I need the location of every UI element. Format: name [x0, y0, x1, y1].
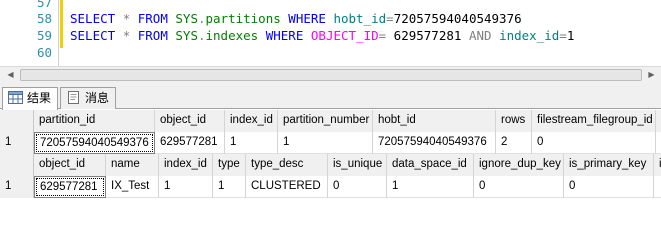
grid-cell[interactable]: 2 [496, 132, 532, 154]
results-grid-partitions[interactable]: partition_id object_id index_id partition_n… [0, 110, 661, 156]
column-header[interactable]: name [106, 154, 159, 176]
code-token: 1 [566, 28, 575, 43]
column-header[interactable]: index_id [159, 154, 213, 176]
scrollbar-thumb[interactable] [20, 69, 642, 81]
code-token: . [197, 11, 206, 26]
code-token: = [559, 28, 567, 43]
grid-cell[interactable]: 0 [532, 132, 656, 154]
code-text[interactable]: SELECT * FROM SYS.indexes WHERE OBJECT_I… [70, 27, 574, 44]
code-token: indexes [205, 28, 259, 43]
results-tab-strip: 结果 消息 [0, 83, 661, 110]
row-number[interactable]: 1 [0, 132, 34, 154]
scroll-right-arrow-icon[interactable]: ▶ [643, 67, 660, 83]
column-header[interactable]: partition_number [278, 110, 373, 132]
tab-results[interactable]: 结果 [2, 87, 58, 110]
column-header[interactable]: data_space_id [387, 154, 474, 176]
code-line[interactable]: 58 SELECT * FROM SYS.partitions WHERE hob… [0, 10, 661, 27]
grid-cell[interactable]: 1 [213, 176, 246, 198]
message-icon [68, 91, 79, 104]
grid-icon [8, 91, 23, 104]
grid-cell[interactable]: 1 [387, 176, 474, 198]
column-header[interactable]: hobt_id [373, 110, 496, 132]
grid-cell[interactable]: 72057594040549376 [34, 132, 155, 154]
grid-cell[interactable]: 1 [278, 132, 373, 154]
column-header[interactable]: is_unique [328, 154, 387, 176]
code-token: SELECT [70, 11, 116, 26]
column-header[interactable]: is_primary_key [564, 154, 654, 176]
grid-header-row: object_id name index_id type type_desc is_uni… [0, 154, 661, 176]
grid-cell[interactable]: 629577281 [155, 132, 225, 154]
grid-cell[interactable]: IX_Test [106, 176, 159, 198]
table-row[interactable]: 1 629577281 IX_Test 1 1 CLUSTERED 0 1 0 0 [0, 176, 661, 198]
code-token: index_id [499, 28, 560, 43]
column-header[interactable]: partition_id [34, 110, 155, 132]
column-header[interactable]: type_desc [246, 154, 328, 176]
code-token: FROM [137, 28, 168, 43]
code-token: hobt_id [333, 11, 387, 26]
code-token: OBJECT_ID [310, 28, 379, 43]
column-header[interactable]: filestream_filegroup_id [532, 110, 656, 132]
code-token: AND [468, 28, 492, 43]
column-header[interactable]: ignore_dup_key [474, 154, 564, 176]
table-row[interactable]: 1 72057594040549376 629577281 1 1 72057594040… [0, 132, 661, 154]
results-grid-indexes[interactable]: object_id name index_id type type_desc is_uni… [0, 154, 661, 202]
code-line[interactable]: 59 SELECT * FROM SYS.indexes WHERE OBJECT… [0, 27, 661, 44]
code-text[interactable]: SELECT * FROM SYS.partitions WHERE hobt_… [70, 10, 522, 27]
code-token: . [197, 28, 206, 43]
grid-cell[interactable]: 629577281 [34, 176, 106, 198]
code-token: partitions [205, 11, 281, 26]
row-header-corner[interactable] [0, 110, 34, 132]
editor-horizontal-scrollbar[interactable]: ◀ ▶ [0, 66, 661, 83]
grid-header-row: partition_id object_id index_id partition_n… [0, 110, 661, 132]
code-token: 72057594040549376 [393, 11, 522, 26]
code-token: 629577281 [386, 28, 469, 43]
code-token: = [386, 11, 394, 26]
column-header[interactable]: type [213, 154, 246, 176]
column-header[interactable]: object_id [155, 110, 225, 132]
line-number: 60 [36, 45, 52, 60]
grid-cell[interactable]: CLUSTERED [246, 176, 328, 198]
column-header[interactable]: rows [496, 110, 532, 132]
code-token: SYS [175, 28, 198, 43]
code-line[interactable]: 60 [0, 44, 661, 61]
line-number: 59 [36, 28, 52, 43]
code-token: WHERE [288, 11, 326, 26]
column-header[interactable]: object_id [34, 154, 106, 176]
row-header-corner[interactable] [0, 154, 34, 176]
grid-cell[interactable]: 0 [474, 176, 564, 198]
grid-cell[interactable]: 1 [225, 132, 278, 154]
grid-cell[interactable] [654, 176, 661, 198]
grid-cell[interactable]: 0 [328, 176, 387, 198]
tab-messages-label: 消息 [85, 91, 110, 105]
query-editor[interactable]: 57 58 SELECT * FROM SYS.partitions WHERE h… [0, 0, 661, 66]
column-header[interactable]: is [654, 154, 661, 176]
grid-cell[interactable]: 1 [159, 176, 213, 198]
grid-cell[interactable] [656, 132, 661, 154]
column-header[interactable]: d [656, 110, 661, 132]
scroll-left-arrow-icon[interactable]: ◀ [2, 67, 19, 83]
code-token: SYS [175, 11, 198, 26]
column-header[interactable]: index_id [225, 110, 278, 132]
row-number[interactable]: 1 [0, 176, 34, 198]
code-token: WHERE [265, 28, 304, 43]
tab-messages[interactable]: 消息 [60, 87, 116, 109]
grid-cell[interactable]: 0 [564, 176, 654, 198]
tab-results-label: 结果 [27, 91, 52, 105]
code-token: FROM [137, 11, 168, 26]
code-token: SELECT [70, 28, 116, 43]
line-number: 58 [36, 11, 52, 26]
grid-cell[interactable]: 72057594040549376 [373, 132, 496, 154]
